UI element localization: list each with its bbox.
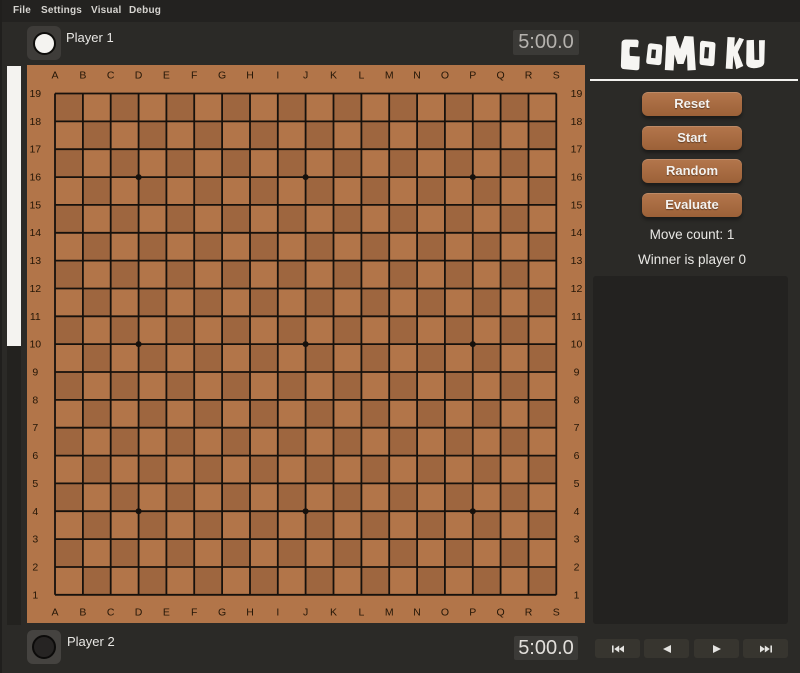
svg-text:18: 18 [29,116,41,128]
svg-text:B: B [79,607,86,619]
svg-text:19: 19 [571,88,583,100]
svg-text:P: P [469,70,476,82]
svg-text:G: G [218,607,226,619]
svg-text:7: 7 [574,422,580,434]
svg-text:5: 5 [32,478,38,490]
svg-text:9: 9 [574,367,580,379]
svg-text:2: 2 [32,562,38,574]
svg-text:17: 17 [29,144,41,156]
svg-text:9: 9 [32,367,38,379]
svg-text:12: 12 [29,283,41,295]
svg-text:17: 17 [571,144,583,156]
svg-text:I: I [276,607,279,619]
svg-text:A: A [51,607,58,619]
svg-text:3: 3 [32,534,38,546]
svg-text:16: 16 [571,172,583,184]
svg-text:H: H [246,70,254,82]
svg-text:15: 15 [571,199,583,211]
svg-text:H: H [246,607,254,619]
svg-text:F: F [191,607,197,619]
svg-text:K: K [330,607,337,619]
svg-text:10: 10 [29,339,41,351]
svg-text:15: 15 [29,199,41,211]
svg-text:A: A [51,70,58,82]
svg-text:R: R [525,70,533,82]
svg-text:P: P [469,607,476,619]
svg-text:E: E [163,607,170,619]
svg-text:M: M [385,607,394,619]
svg-text:J: J [303,70,308,82]
svg-text:6: 6 [32,450,38,462]
svg-text:L: L [358,70,364,82]
svg-text:11: 11 [30,311,41,323]
svg-text:S: S [553,607,560,619]
svg-text:13: 13 [29,255,41,267]
svg-text:N: N [413,70,421,82]
svg-text:16: 16 [29,172,41,184]
svg-text:6: 6 [574,450,580,462]
svg-text:13: 13 [571,255,583,267]
svg-text:N: N [413,607,421,619]
svg-text:K: K [330,70,337,82]
svg-text:R: R [525,607,533,619]
svg-text:S: S [553,70,560,82]
svg-text:18: 18 [571,116,583,128]
svg-text:8: 8 [32,394,38,406]
svg-text:G: G [218,70,226,82]
svg-text:E: E [163,70,170,82]
svg-text:10: 10 [571,339,583,351]
svg-text:O: O [441,70,449,82]
svg-text:1: 1 [574,589,580,601]
svg-text:C: C [107,607,115,619]
svg-text:B: B [79,70,86,82]
svg-text:12: 12 [571,283,583,295]
svg-text:1: 1 [32,589,38,601]
svg-text:4: 4 [32,506,38,518]
svg-text:4: 4 [574,506,580,518]
svg-text:C: C [107,70,115,82]
svg-text:14: 14 [29,227,41,239]
svg-text:I: I [276,70,279,82]
svg-text:M: M [385,70,394,82]
svg-text:J: J [303,607,308,619]
svg-text:2: 2 [574,562,580,574]
svg-text:14: 14 [571,227,583,239]
svg-text:F: F [191,70,197,82]
svg-text:O: O [441,607,449,619]
svg-text:D: D [135,70,143,82]
svg-text:8: 8 [574,394,580,406]
svg-text:5: 5 [574,478,580,490]
svg-text:D: D [135,607,143,619]
svg-text:L: L [358,607,364,619]
svg-text:3: 3 [574,534,580,546]
svg-text:19: 19 [29,88,41,100]
svg-text:Q: Q [497,70,505,82]
svg-text:11: 11 [571,311,582,323]
svg-text:7: 7 [32,422,38,434]
svg-text:Q: Q [497,607,505,619]
